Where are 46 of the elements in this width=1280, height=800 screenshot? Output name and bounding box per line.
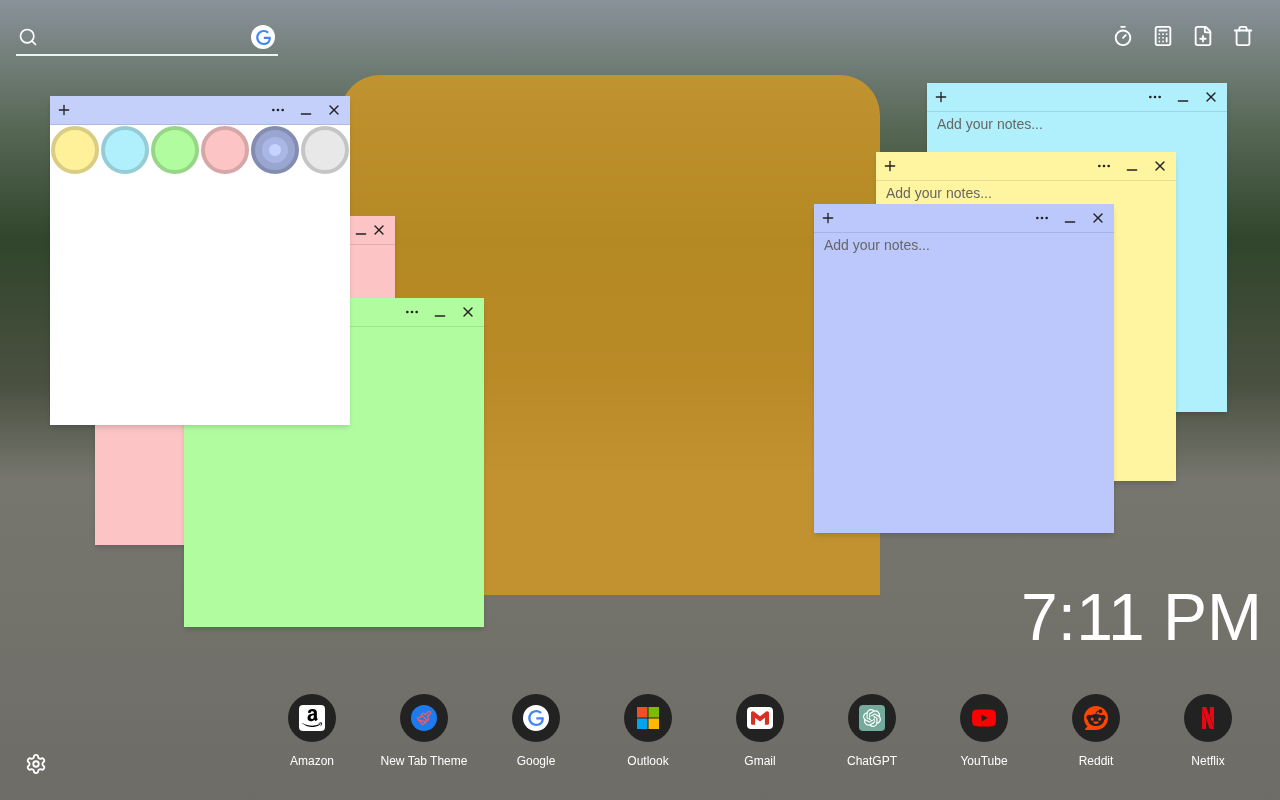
amazon-logo-icon: [299, 705, 325, 731]
reddit-logo-icon: [1084, 706, 1108, 730]
color-swatch[interactable]: [251, 126, 299, 174]
google-logo-icon: [523, 705, 549, 731]
shortcut-label: Amazon: [290, 753, 334, 770]
color-swatch[interactable]: [51, 126, 99, 174]
search-icon[interactable]: [18, 27, 38, 47]
add-icon[interactable]: [882, 158, 898, 174]
shortcut-label: YouTube: [960, 753, 1008, 770]
note-text-field[interactable]: Add your notes...: [927, 112, 1227, 134]
shortcut-label: Outlook: [627, 753, 669, 770]
color-swatch[interactable]: [151, 126, 199, 174]
settings-icon[interactable]: [25, 753, 47, 775]
shortcut-link[interactable]: Netflix: [1158, 694, 1258, 770]
shortcut-label: ChatGPT: [847, 753, 897, 770]
paintbrush-icon: [411, 705, 437, 731]
add-icon[interactable]: [933, 89, 949, 105]
openai-logo-icon: [859, 705, 885, 731]
shortcut-link[interactable]: Google: [486, 694, 586, 770]
clock-time: 7:11 PM: [1021, 584, 1262, 650]
color-swatch[interactable]: [101, 126, 149, 174]
shortcut-link[interactable]: YouTube: [934, 694, 1034, 770]
shortcut-link[interactable]: Outlook: [598, 694, 698, 770]
shortcut-label: Google: [516, 753, 556, 770]
add-icon[interactable]: [820, 210, 836, 226]
file-plus-icon[interactable]: [1192, 25, 1214, 47]
color-swatch[interactable]: [301, 126, 349, 174]
note-text-field[interactable]: Add your notes...: [876, 181, 1176, 203]
trash-icon[interactable]: [1232, 25, 1254, 47]
shortcut-link[interactable]: Amazon: [262, 694, 362, 770]
gmail-logo-icon: [747, 707, 773, 729]
shortcut-label: Reddit: [1078, 753, 1114, 770]
shortcut-label: Netflix: [1191, 753, 1225, 770]
shortcut-label: Gmail: [744, 753, 776, 770]
calculator-icon[interactable]: [1152, 25, 1174, 47]
shortcut-link[interactable]: ChatGPT: [822, 694, 922, 770]
shortcut-link[interactable]: Gmail: [710, 694, 810, 770]
shortcut-link[interactable]: Reddit: [1046, 694, 1146, 770]
stopwatch-icon[interactable]: [1112, 25, 1134, 47]
note-text-field[interactable]: Add your notes...: [814, 233, 1114, 255]
shortcut-link[interactable]: New Tab Theme: [374, 694, 474, 770]
color-swatch[interactable]: [201, 126, 249, 174]
windows-logo-icon: [637, 707, 659, 729]
selected-ring-icon: [262, 137, 288, 163]
shortcut-label: New Tab Theme: [380, 753, 468, 770]
add-icon[interactable]: [56, 102, 72, 118]
